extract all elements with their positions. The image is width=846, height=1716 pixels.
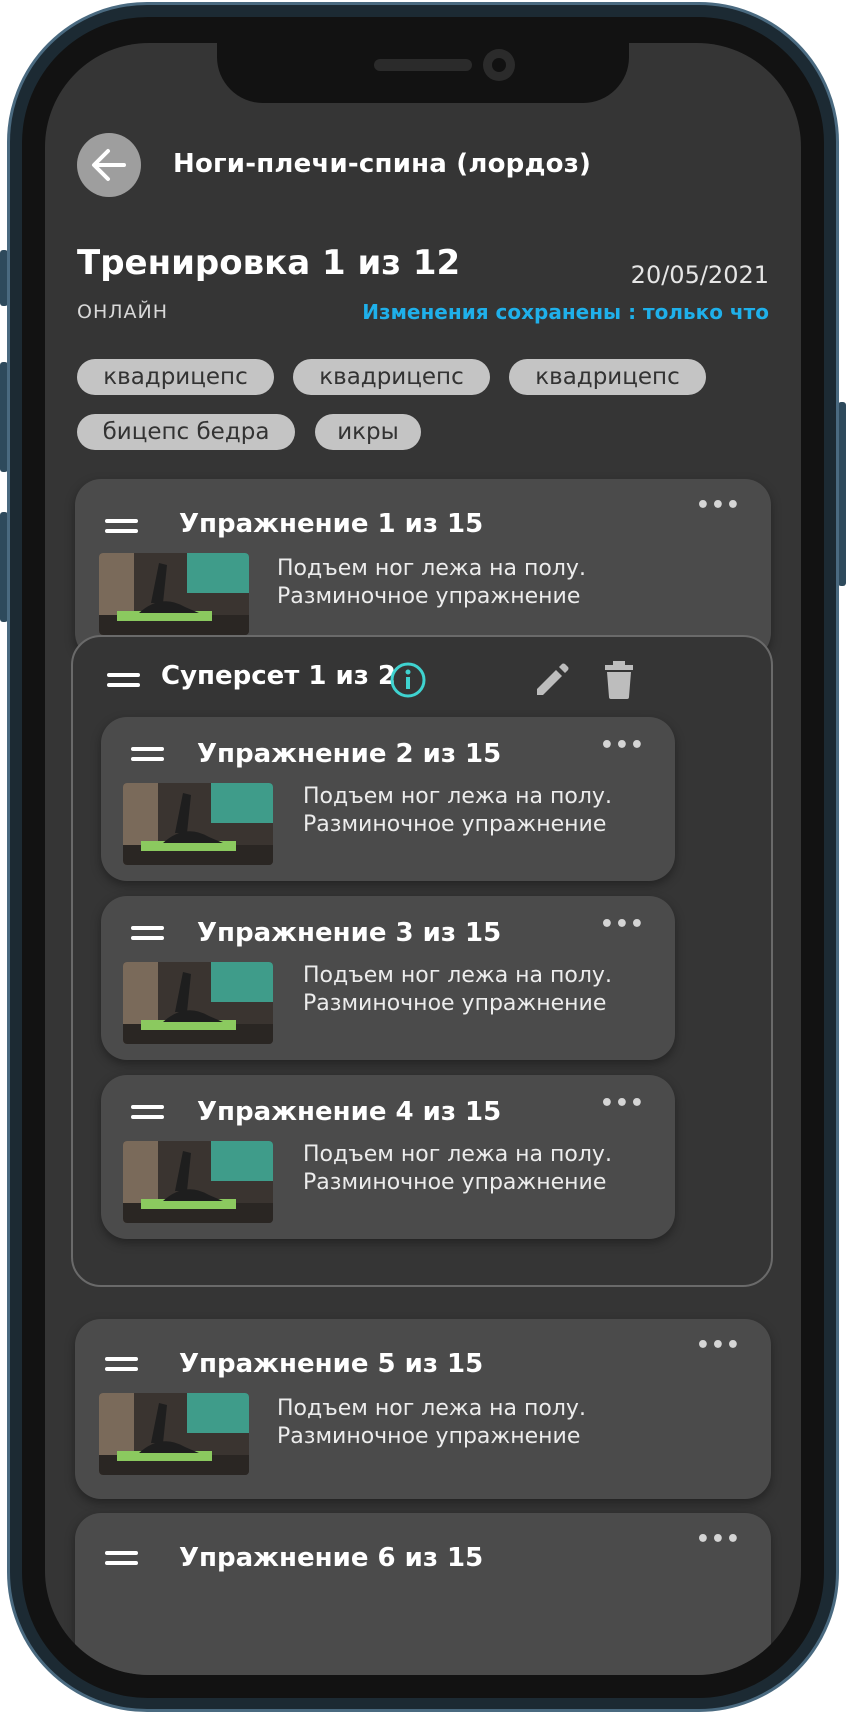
workout-title: Тренировка 1 из 12 <box>77 243 461 283</box>
exercise-card[interactable]: Упражнение 2 из 15 ••• Подъем ног лежа н… <box>101 717 675 881</box>
exercise-thumbnail <box>99 1393 249 1475</box>
exercise-thumbnail <box>99 553 249 635</box>
notch <box>217 43 629 103</box>
exercise-thumbnail <box>123 783 273 865</box>
muscle-tag[interactable]: икры <box>315 414 421 450</box>
exercise-thumbnail <box>123 1141 273 1223</box>
superset-title: Суперсет 1 из 2 <box>161 661 397 691</box>
workout-date: 20/05/2021 <box>630 261 769 289</box>
exercise-title: Упражнение 1 из 15 <box>179 509 484 539</box>
speaker <box>374 59 472 71</box>
back-button[interactable] <box>77 133 141 197</box>
more-horizontal-icon[interactable]: ••• <box>600 733 645 758</box>
arrow-left-icon <box>92 149 126 181</box>
exercise-description: Подъем ног лежа на полу. Разминочное упр… <box>277 1396 586 1449</box>
exercise-title: Упражнение 3 из 15 <box>197 918 502 948</box>
info-icon[interactable] <box>389 661 427 699</box>
exercise-description: Подъем ног лежа на полу. Разминочное упр… <box>277 556 586 609</box>
exercise-title: Упражнение 6 из 15 <box>179 1543 484 1573</box>
more-horizontal-icon[interactable]: ••• <box>696 493 741 518</box>
more-horizontal-icon[interactable]: ••• <box>600 1091 645 1116</box>
exercise-title: Упражнение 5 из 15 <box>179 1349 484 1379</box>
drag-handle-icon[interactable] <box>105 519 138 533</box>
drag-handle-icon[interactable] <box>131 747 164 761</box>
workout-mode: ОНЛАЙН <box>77 301 169 323</box>
exercise-description: Подъем ног лежа на полу. Разминочное упр… <box>303 1142 612 1195</box>
save-status: Изменения сохранены : только что <box>362 300 769 324</box>
drag-handle-icon[interactable] <box>131 1105 164 1119</box>
superset-group: Суперсет 1 из 2 Упражнение 2 из 15 ••• П… <box>71 635 773 1287</box>
exercise-description: Подъем ног лежа на полу. Разминочное упр… <box>303 784 612 837</box>
exercise-card[interactable]: Упражнение 1 из 15 ••• Подъем ног лежа н… <box>75 479 771 659</box>
trash-icon[interactable] <box>601 659 637 701</box>
exercise-description: Подъем ног лежа на полу. Разминочное упр… <box>303 963 612 1016</box>
muscle-tag[interactable]: квадрицепс <box>509 359 706 395</box>
header-title: Ноги-плечи-спина (лордоз) <box>173 149 592 179</box>
exercise-thumbnail <box>123 962 273 1044</box>
app-screen: Ноги-плечи-спина (лордоз) Тренировка 1 и… <box>45 43 801 1675</box>
camera <box>483 49 515 81</box>
drag-handle-icon[interactable] <box>105 1357 138 1371</box>
exercise-title: Упражнение 2 из 15 <box>197 739 502 769</box>
exercise-card[interactable]: Упражнение 6 из 15 ••• <box>75 1513 771 1675</box>
drag-handle-icon[interactable] <box>105 1551 138 1565</box>
phone-side-button <box>838 402 846 586</box>
exercise-card[interactable]: Упражнение 4 из 15 ••• Подъем ног лежа н… <box>101 1075 675 1239</box>
exercise-title: Упражнение 4 из 15 <box>197 1097 502 1127</box>
pencil-icon[interactable] <box>531 659 573 701</box>
more-horizontal-icon[interactable]: ••• <box>696 1333 741 1358</box>
muscle-tag[interactable]: квадрицепс <box>77 359 274 395</box>
exercise-card[interactable]: Упражнение 5 из 15 ••• Подъем ног лежа н… <box>75 1319 771 1499</box>
muscle-tag[interactable]: бицепс бедра <box>77 414 295 450</box>
more-horizontal-icon[interactable]: ••• <box>696 1527 741 1552</box>
more-horizontal-icon[interactable]: ••• <box>600 912 645 937</box>
muscle-tag[interactable]: квадрицепс <box>293 359 490 395</box>
exercise-card[interactable]: Упражнение 3 из 15 ••• Подъем ног лежа н… <box>101 896 675 1060</box>
drag-handle-icon[interactable] <box>131 926 164 940</box>
drag-handle-icon[interactable] <box>107 673 140 687</box>
